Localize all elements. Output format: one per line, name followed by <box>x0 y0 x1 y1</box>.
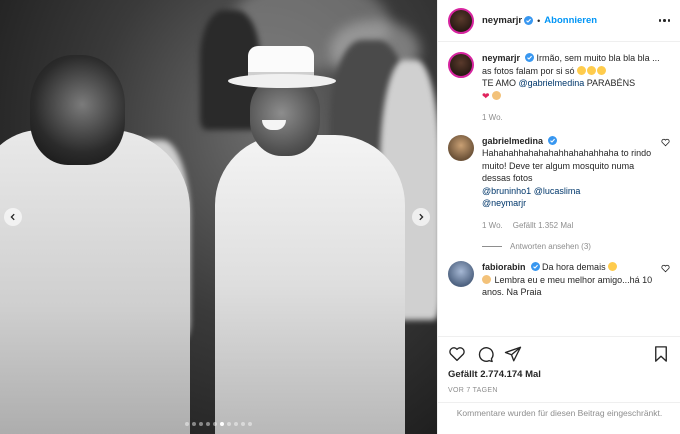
comment-mention[interactable]: @lucaslima <box>534 186 581 196</box>
praying-hands-emoji-icon <box>492 90 502 101</box>
verified-badge-icon <box>525 53 535 62</box>
carousel-dot <box>185 422 189 426</box>
commenter-avatar[interactable] <box>448 261 474 287</box>
carousel-dot <box>206 422 210 426</box>
carousel-dot <box>234 422 238 426</box>
comment-username[interactable]: fabiorabin <box>482 262 526 272</box>
carousel-dot <box>248 422 252 426</box>
comments-list[interactable]: neymarjr Irmão, sem muito bla bla bla ..… <box>438 42 680 336</box>
post-photo[interactable] <box>0 0 437 434</box>
header-separator: • <box>537 15 541 26</box>
comment-item: fabiorabin Da hora demais Lembra eu e me… <box>448 261 670 299</box>
carousel-dot <box>220 422 224 426</box>
comment-like-heart-icon[interactable] <box>661 138 670 147</box>
verified-badge-icon <box>524 16 534 25</box>
carousel-dot <box>227 422 231 426</box>
chevron-right-icon <box>419 213 424 221</box>
verified-badge-icon <box>548 135 558 145</box>
comments-disabled-note: Kommentare wurden für diesen Beitrag ein… <box>438 402 680 434</box>
post-date[interactable]: VOR 7 TAGEN <box>448 387 670 394</box>
verified-badge-icon <box>530 262 540 271</box>
post-caption: neymarjr Irmão, sem muito bla bla bla ..… <box>448 52 670 125</box>
carousel-dot <box>192 422 196 426</box>
author-avatar[interactable] <box>448 52 474 78</box>
person-main-jacket <box>215 135 405 434</box>
comment-text: Da hora demais <box>542 262 606 272</box>
laughing-emoji-icon <box>577 65 607 76</box>
view-replies-button[interactable]: Antworten ansehen (3) <box>482 242 670 251</box>
post-header: neymarjr • Abonnieren <box>438 0 680 42</box>
carousel-next-button[interactable] <box>412 208 430 226</box>
follow-button[interactable]: Abonnieren <box>544 15 597 26</box>
sunglasses-emoji-icon <box>608 262 618 272</box>
hand-emoji-icon <box>482 274 492 285</box>
post-actions: Gefällt 2.774.174 Mal VOR 7 TAGEN <box>438 336 680 394</box>
caption-time[interactable]: 1 Wo. <box>482 112 503 125</box>
heart-icon[interactable] <box>448 345 466 363</box>
replies-line <box>482 246 502 247</box>
chevron-left-icon <box>10 213 15 221</box>
share-icon[interactable] <box>504 345 522 363</box>
caption-tail: PARABÉNS <box>586 78 636 88</box>
author-avatar[interactable] <box>448 7 474 34</box>
view-replies-label: Antworten ansehen (3) <box>510 242 591 251</box>
bookmark-icon[interactable] <box>652 345 670 363</box>
comment-text-2: Lembra eu e meu melhor amigo...há 10 ano… <box>482 274 653 298</box>
post-likes-count[interactable]: Gefällt 2.774.174 Mal <box>448 369 670 380</box>
caption-username[interactable]: neymarjr <box>482 53 520 63</box>
caption-text-2: TE AMO <box>482 78 517 88</box>
commenter-avatar[interactable] <box>448 134 474 161</box>
carousel-dot <box>213 422 217 426</box>
more-options-button[interactable] <box>658 19 670 22</box>
carousel-indicator <box>0 422 437 426</box>
hat-brim <box>228 74 336 88</box>
post-side-panel: neymarjr • Abonnieren neymarjr Irmão, se… <box>437 0 680 434</box>
comment-text: Hahahahhahahahahhahahahhaha to rindo mui… <box>482 148 652 183</box>
comment-icon[interactable] <box>476 345 494 363</box>
comment-like-heart-icon[interactable] <box>661 264 670 273</box>
comment-time[interactable]: 1 Wo. <box>482 220 503 233</box>
author-username[interactable]: neymarjr <box>482 15 522 26</box>
carousel-dot <box>241 422 245 426</box>
person-main-face <box>250 78 320 156</box>
comment-likes[interactable]: Gefällt 1.352 Mal <box>513 220 573 233</box>
person-left-jacket <box>0 130 190 434</box>
comment-mention[interactable]: @bruninho1 <box>482 186 531 196</box>
comment-item: gabrielmedina Hahahahhahahahahhahahahhah… <box>448 134 670 233</box>
comment-mention[interactable]: @neymarjr <box>482 198 526 208</box>
heart-emoji-icon: ❤ <box>482 90 490 101</box>
person-left-head <box>30 55 125 165</box>
carousel-dot <box>199 422 203 426</box>
carousel-prev-button[interactable] <box>4 208 22 226</box>
comment-username[interactable]: gabrielmedina <box>482 136 543 146</box>
caption-mention[interactable]: @gabrielmedina <box>519 78 585 88</box>
